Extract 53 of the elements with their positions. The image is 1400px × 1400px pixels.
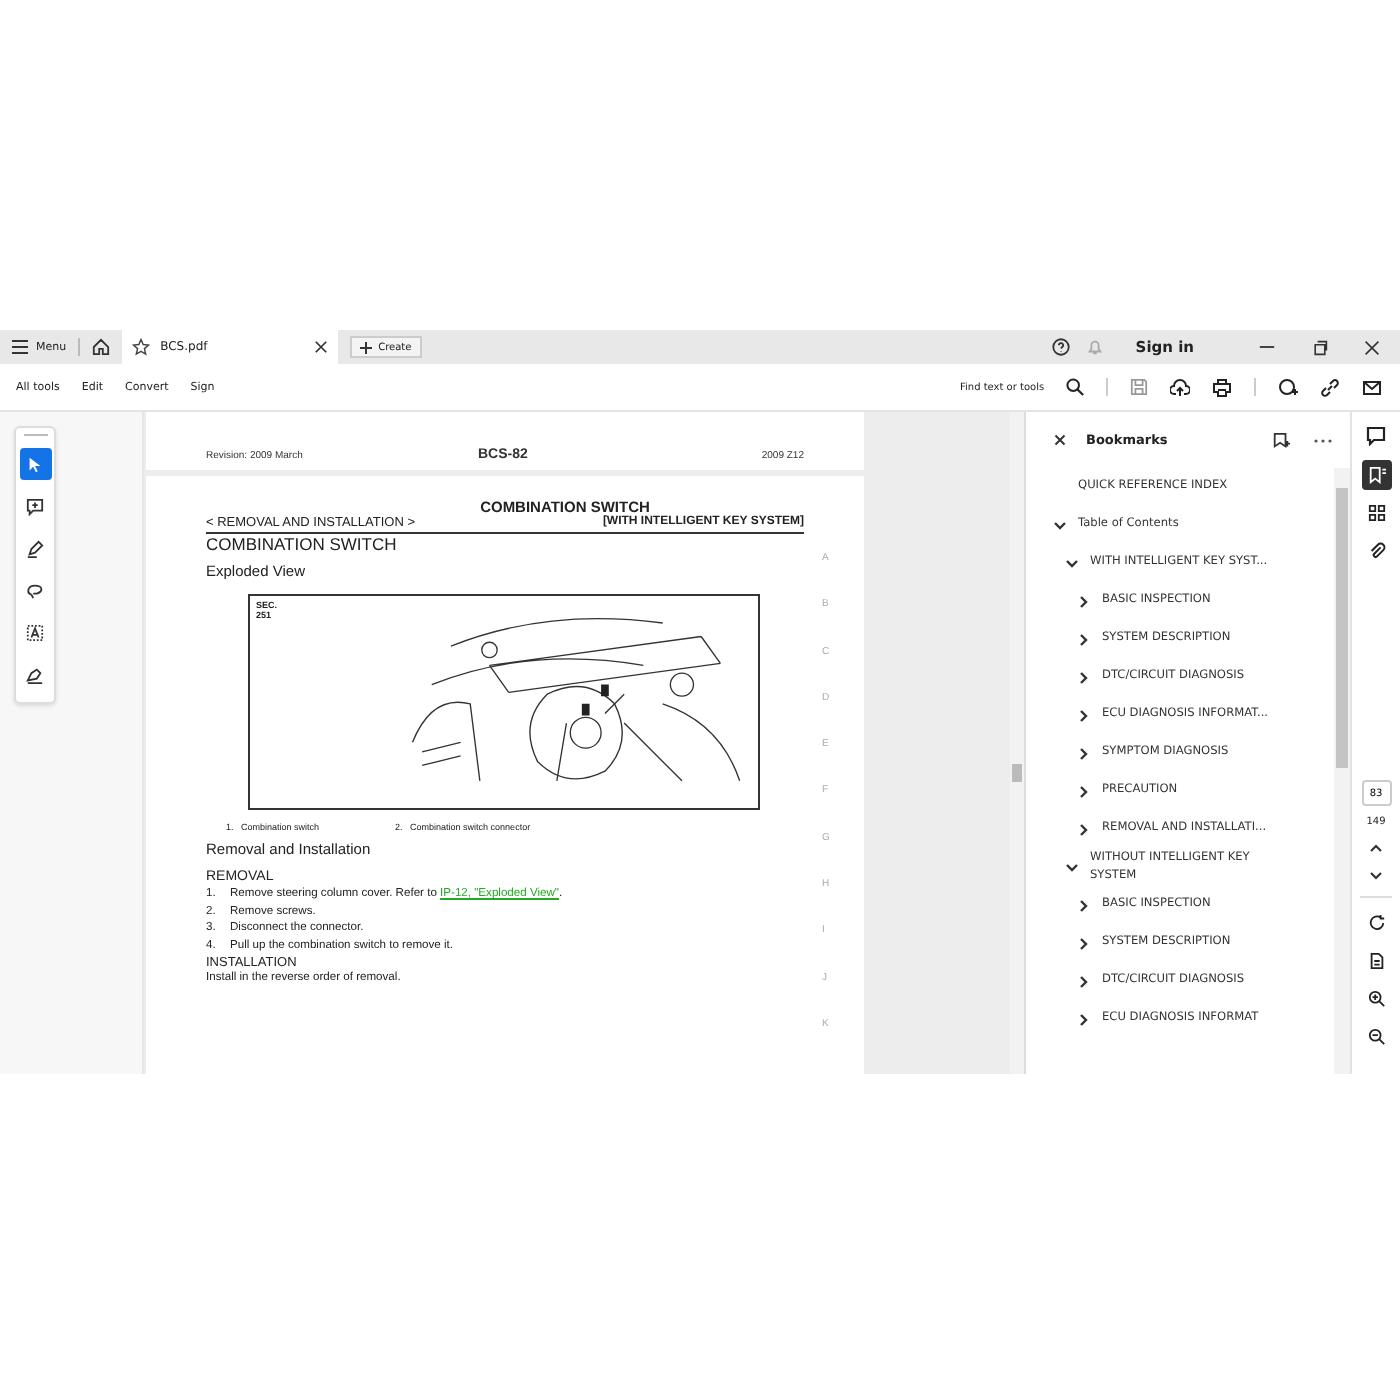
help-icon[interactable] (1051, 338, 1070, 356)
chevron-right-icon[interactable] (1080, 785, 1088, 797)
link-icon[interactable] (1320, 377, 1340, 397)
print-icon[interactable] (1212, 377, 1232, 397)
share-user-icon[interactable] (1278, 377, 1298, 397)
zoom-out-icon[interactable] (1367, 1028, 1385, 1046)
comment-icon[interactable] (1366, 426, 1386, 446)
cloud-upload-icon[interactable] (1170, 377, 1190, 397)
cursor-icon (26, 455, 44, 473)
close-icon[interactable] (1054, 434, 1066, 446)
restore-icon[interactable] (1312, 339, 1328, 355)
scrollbar[interactable] (1010, 412, 1026, 1074)
refresh-icon[interactable] (1367, 914, 1385, 932)
chevron-down-icon[interactable] (1066, 559, 1078, 567)
bookmark-icon (1367, 466, 1385, 484)
search-icon[interactable] (1066, 378, 1084, 396)
home-icon[interactable] (92, 338, 111, 356)
zoom-in-icon[interactable] (1367, 990, 1385, 1008)
signature-icon (26, 665, 44, 683)
chevron-right-icon[interactable] (1080, 595, 1088, 607)
chevron-right-icon[interactable] (1080, 823, 1088, 835)
star-icon[interactable] (132, 338, 151, 356)
chevron-right-icon[interactable] (1080, 975, 1088, 987)
scrollbar[interactable] (1334, 468, 1350, 1074)
menu-icon (12, 340, 28, 354)
close-icon[interactable] (314, 340, 329, 354)
chevron-down-icon[interactable] (1370, 872, 1382, 880)
chevron-right-icon[interactable] (1080, 671, 1088, 683)
close-window-icon[interactable] (1364, 339, 1380, 355)
chevron-right-icon[interactable] (1080, 633, 1088, 645)
chevron-up-icon[interactable] (1370, 844, 1382, 852)
attachment-icon[interactable] (1367, 542, 1385, 560)
text-select-icon (26, 623, 44, 641)
chevron-down-icon[interactable] (1066, 863, 1078, 871)
plus-icon (360, 341, 373, 353)
pen-icon (26, 539, 44, 557)
chevron-right-icon[interactable] (1080, 1013, 1088, 1025)
thumbnails-icon[interactable] (1367, 504, 1385, 522)
bookmark-panel-button[interactable] (1361, 460, 1391, 490)
chevron-down-icon[interactable] (1054, 521, 1066, 529)
add-bookmark-icon[interactable] (1272, 431, 1290, 449)
document-icon[interactable] (1367, 952, 1385, 970)
chevron-right-icon[interactable] (1080, 709, 1088, 721)
section-heading: COMBINATION SWITCH (206, 534, 399, 554)
select-tool-button[interactable] (19, 448, 51, 480)
chevron-right-icon[interactable] (1080, 747, 1088, 759)
more-icon[interactable] (1314, 437, 1332, 443)
save-icon[interactable] (1130, 378, 1148, 396)
mail-icon[interactable] (1362, 377, 1382, 397)
chevron-right-icon[interactable] (1080, 937, 1088, 949)
lasso-icon (26, 581, 44, 599)
comment-icon (26, 497, 44, 515)
chevron-right-icon[interactable] (1080, 899, 1088, 911)
